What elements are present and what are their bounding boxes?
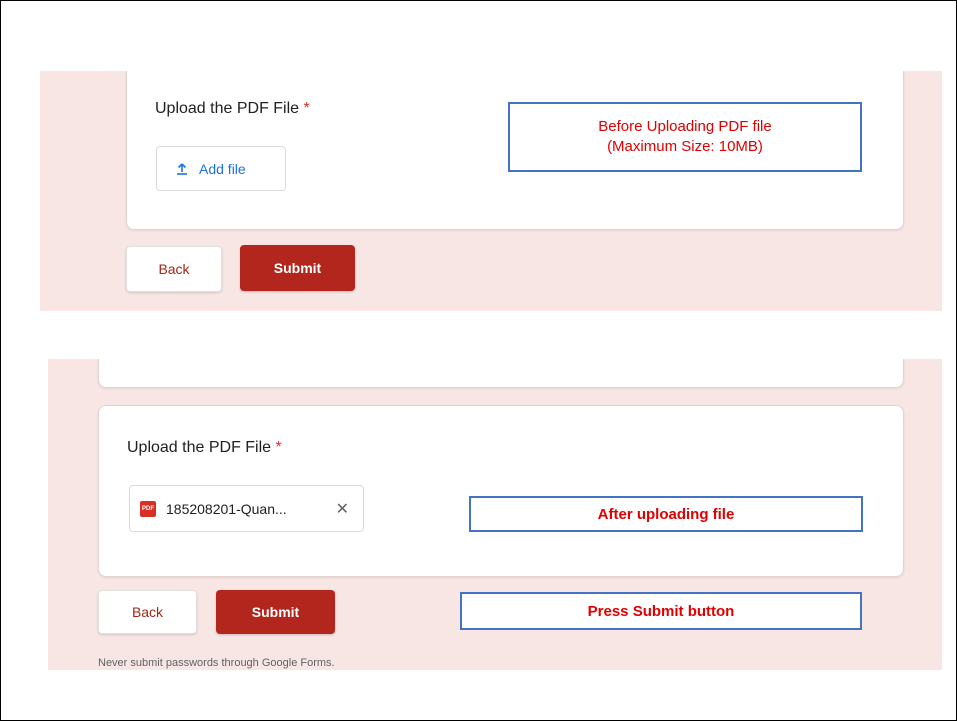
required-asterisk: * <box>303 100 310 117</box>
uploaded-file-chip[interactable]: PDF 185208201-Quan... ✕ <box>129 485 364 532</box>
required-asterisk: * <box>275 439 282 456</box>
previous-card-remnant <box>98 359 904 388</box>
add-file-button[interactable]: Add file <box>156 146 286 191</box>
annotation-line-2: (Maximum Size: 10MB) <box>607 138 763 155</box>
remove-file-icon[interactable]: ✕ <box>336 499 349 519</box>
bottom-submit-button[interactable]: Submit <box>216 590 335 634</box>
annotation-before-upload: Before Uploading PDF file (Maximum Size:… <box>508 102 862 172</box>
footer-warning-text: Never submit passwords through Google Fo… <box>98 657 335 669</box>
annotation-line-1: Before Uploading PDF file <box>598 118 772 135</box>
upload-icon <box>175 162 189 176</box>
bottom-question-label: Upload the PDF File * <box>127 439 282 456</box>
annotation-press-submit: Press Submit button <box>460 592 862 630</box>
annotation-after-upload: After uploading file <box>469 496 863 532</box>
top-back-button[interactable]: Back <box>126 246 222 292</box>
uploaded-file-name: 185208201-Quan... <box>166 500 287 517</box>
top-submit-button[interactable]: Submit <box>240 245 355 291</box>
add-file-label: Add file <box>199 160 246 177</box>
top-question-label: Upload the PDF File * <box>155 100 310 117</box>
pdf-file-icon: PDF <box>140 500 156 517</box>
bottom-back-button[interactable]: Back <box>98 590 197 634</box>
